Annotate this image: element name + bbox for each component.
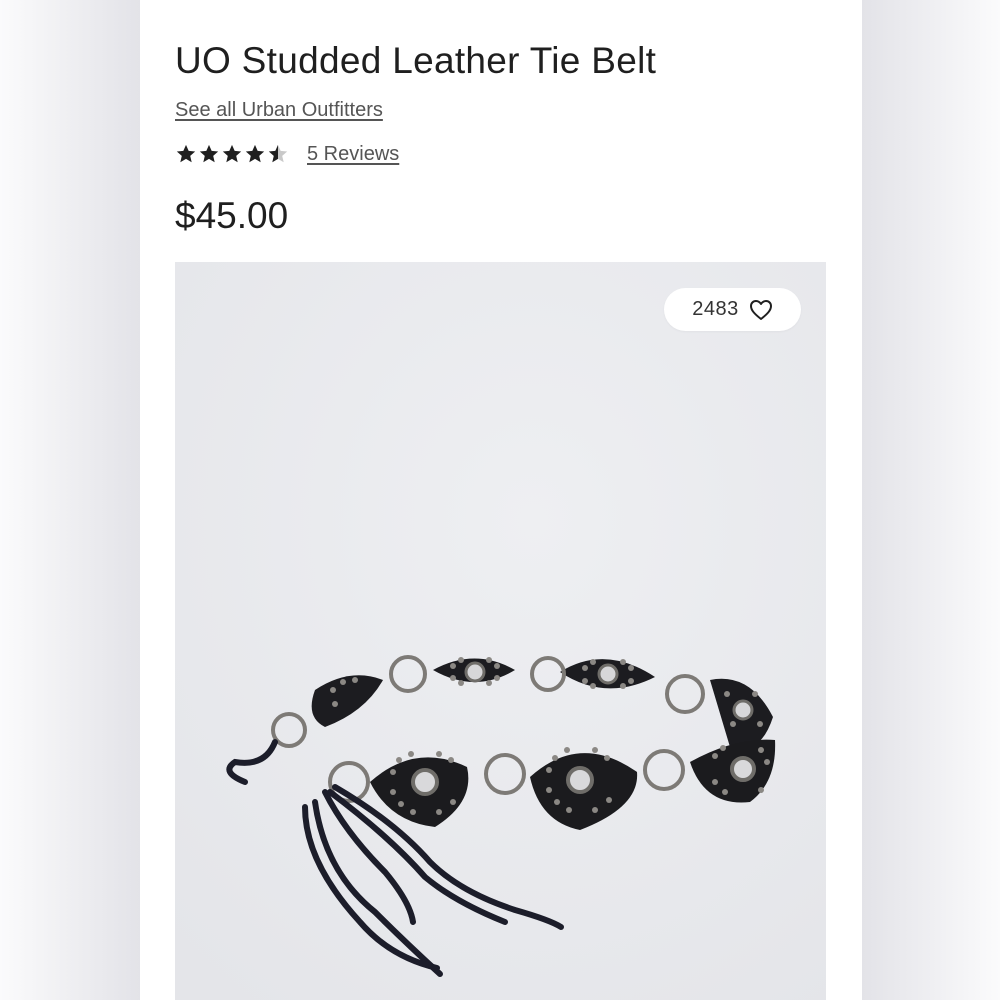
heart-icon — [749, 299, 773, 321]
star-icon — [175, 143, 197, 165]
star-icon — [221, 143, 243, 165]
product-price: $45.00 — [175, 195, 289, 236]
see-all-brand-link[interactable]: See all Urban Outfitters — [175, 99, 383, 122]
product-image[interactable]: 2483 — [175, 262, 826, 1000]
left-margin — [0, 0, 140, 1000]
star-icon — [198, 143, 220, 165]
star-rating[interactable] — [175, 143, 289, 165]
star-icon — [244, 143, 266, 165]
product-page: UO Studded Leather Tie Belt See all Urba… — [140, 0, 862, 1000]
like-button[interactable]: 2483 — [664, 288, 801, 331]
studded-belt-image — [175, 262, 826, 1000]
product-title: UO Studded Leather Tie Belt — [175, 40, 657, 81]
rating-row: 5 Reviews — [175, 141, 399, 167]
reviews-link[interactable]: 5 Reviews — [307, 143, 399, 166]
like-count: 2483 — [692, 298, 739, 320]
half-star-icon — [267, 143, 289, 165]
right-margin — [862, 0, 1000, 1000]
